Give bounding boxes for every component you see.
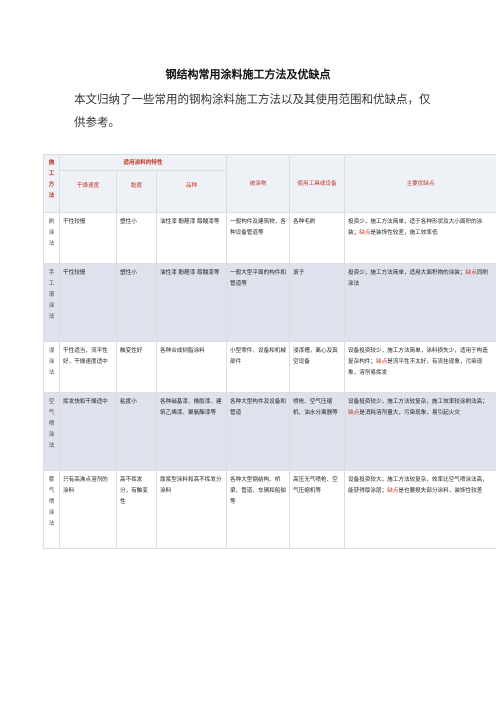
pros-text: 投资少，施工方法简单，适用大面积物的涂装； — [348, 270, 466, 276]
header-dry-speed: 干燥速度 — [59, 170, 117, 213]
cell-pros-cons: 投资少，施工方法简单，适用大面积物的涂装；缺点同刷涂法 — [344, 263, 496, 342]
cell-pros-cons: 设备投资较大，施工方法较复杂，效率比空气喷涂法高，能获得厚涂层；缺点是也要损失部… — [344, 470, 496, 549]
cons-text: 是也要损失部分涂料，装饰性较差 — [398, 488, 483, 494]
cell-variety: 厚浆型涂料和高不挥发分涂料 — [155, 470, 228, 549]
cell-variety: 各种合成树脂涂料 — [155, 341, 228, 393]
table-row: 空气喷涂法 挥发快和干燥适中 粘度小 各种硝基漆、橡胶漆、建筑乙烯漆、聚氨酯漆等… — [43, 392, 496, 471]
header-variety: 品种 — [155, 170, 228, 213]
cell-tools: 浸漆槽，离心及真空设备 — [289, 341, 346, 393]
cell-objects: 各种大型钢结构、桥梁、管道、车辆和船舶等 — [226, 470, 291, 549]
header-pros-cons: 主要优缺点 — [344, 154, 496, 213]
cell-objects: 一般构件及建筑物，各种设备管道等 — [226, 212, 291, 264]
cell-objects: 一般大型平面的构件和管道等 — [226, 263, 291, 342]
header-row-1: 施工方法 适用涂料的特性 被涂物 使用工具或设备 主要优缺点 — [43, 154, 496, 213]
cons-marker: 缺点 — [387, 488, 399, 494]
cell-dry: 干性适当，流平性好，干燥速度适中 — [59, 341, 117, 393]
cell-variety: 各种硝基漆、橡胶漆、建筑乙烯漆、聚氨酯漆等 — [155, 392, 228, 471]
header-objects: 被涂物 — [226, 154, 291, 213]
cons-marker: 缺点 — [465, 270, 477, 276]
table-row: 手工滚涂法 干性较慢 塑性小 油性漆 酚醛漆 醇酸漆等 一般大型平面的构件和管道… — [43, 263, 496, 342]
cell-viscosity: 塑性小 — [116, 212, 157, 264]
cell-dry: 干性较慢 — [59, 263, 117, 342]
cell-objects: 各种大型构件及设备和管道 — [226, 392, 291, 471]
document-title: 钢结构常用涂料施工方法及优缺点 — [165, 68, 331, 81]
cell-method: 手工滚涂法 — [43, 263, 60, 342]
cell-pros-cons: 设备投资较少，施工方法简单，涂料损失少，适用于构造复杂构件；缺点是流平性不太好，… — [344, 341, 496, 393]
table-row: 浸涂法 干性适当，流平性好，干燥速度适中 触变性好 各种合成树脂涂料 小型零件、… — [43, 341, 496, 393]
cons-marker: 缺点 — [359, 230, 371, 236]
cell-pros-cons: 投资少，施工方法简单，适于各种形状及大小面积的涂装；缺点是装饰性较差，施工效率低 — [344, 212, 496, 264]
header-tools: 使用工具或设备 — [289, 154, 346, 213]
intro-paragraph: 本文归纳了一些常用的钢构涂料施工方法以及其使用范围和优缺点，仅供参考。 — [74, 92, 431, 129]
cell-tools: 喷枪、空气压缩机、油水分离器等 — [289, 392, 346, 471]
cons-text: 是装饰性较差，施工效率低 — [370, 230, 438, 236]
cell-method: 浸涂法 — [43, 341, 60, 393]
cell-tools: 各种毛刷 — [289, 212, 346, 264]
cell-pros-cons: 设备投资较少，施工方法较复杂，施工效率较涂刷法高； 缺点是消耗溶剂量大，污染现象，… — [344, 392, 496, 471]
cell-dry: 只有高沸点溶剂的涂料 — [59, 470, 117, 549]
cell-variety: 油性漆 酚醛漆 醇酸漆等 — [155, 212, 228, 264]
cell-dry: 干性较慢 — [59, 212, 117, 264]
header-coating-properties: 适用涂料的特性 — [58, 154, 228, 171]
table-row: 雾气喷涂法 只有高沸点溶剂的涂料 高不挥发分，有触变性 厚浆型涂料和高不挥发分涂… — [43, 470, 496, 549]
cell-method: 雾气喷涂法 — [43, 470, 60, 549]
cons-marker: 缺点 — [376, 359, 388, 365]
cons-text: 是消耗溶剂量大，污染现象，易引起火灾 — [359, 410, 460, 416]
cell-viscosity: 高不挥发分，有触变性 — [116, 470, 157, 549]
pros-text: 设备投资较少，施工方法较复杂，施工效率较涂刷法高； — [348, 399, 488, 405]
cell-objects: 小型零件、设备和机械部件 — [226, 341, 291, 393]
header-viscosity: 黏度 — [116, 170, 157, 213]
header-method: 施工方法 — [43, 154, 60, 213]
cell-viscosity: 粘度小 — [116, 392, 157, 471]
cell-viscosity: 触变性好 — [116, 341, 157, 393]
cons-marker: 缺点 — [348, 410, 360, 416]
coating-methods-table: 施工方法 适用涂料的特性 被涂物 使用工具或设备 主要优缺点 干燥速度 黏度 品… — [43, 154, 496, 549]
cell-tools: 滚子 — [289, 263, 346, 342]
cell-viscosity: 塑性小 — [116, 263, 157, 342]
table-row: 刷涂法 干性较慢 塑性小 油性漆 酚醛漆 醇酸漆等 一般构件及建筑物，各种设备管… — [43, 212, 496, 264]
cell-method: 空气喷涂法 — [43, 392, 60, 471]
cell-variety: 油性漆 酚醛漆 醇酸漆等 — [155, 263, 228, 342]
cell-tools: 高压无气喷枪、空气压缩机等 — [289, 470, 346, 549]
cell-method: 刷涂法 — [43, 212, 60, 264]
cell-dry: 挥发快和干燥适中 — [59, 392, 117, 471]
